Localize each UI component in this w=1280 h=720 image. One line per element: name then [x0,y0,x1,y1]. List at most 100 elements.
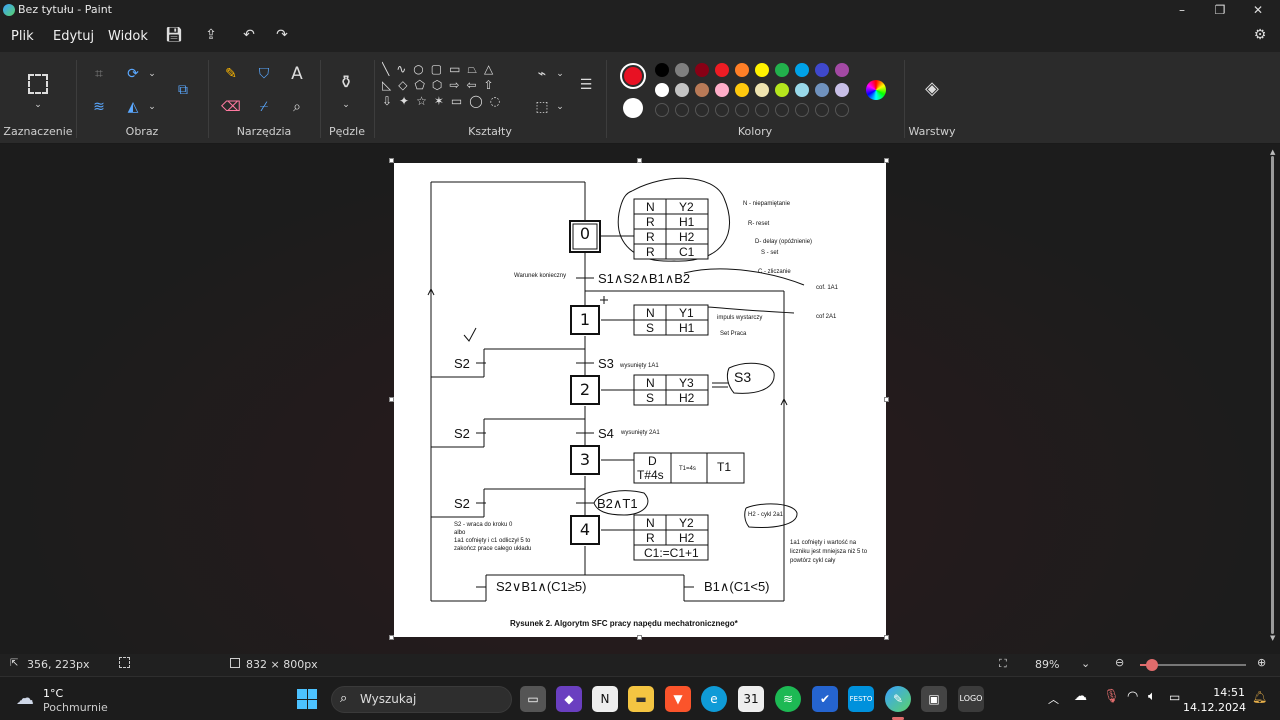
notification-bell-icon[interactable]: 🔔︎ [1252,690,1267,704]
app-icon[interactable]: ▣ [921,686,947,712]
app-icon[interactable]: ◆ [556,686,582,712]
palette-color-swatch[interactable] [755,83,769,97]
palette-color-swatch[interactable] [735,83,749,97]
custom-color-slot[interactable] [715,103,729,117]
zoom-slider[interactable] [1140,659,1246,671]
minimize-button[interactable]: – [1162,0,1202,22]
custom-color-slot[interactable] [675,103,689,117]
palette-color-swatch[interactable] [795,63,809,77]
palette-color-swatch[interactable] [835,83,849,97]
volume-icon[interactable]: 🔈︎ [1148,689,1156,704]
drawing-canvas[interactable]: 0 1 2 3 4 N Y2 R H1 R H2 R C1 N Y1 S H1 … [394,163,886,637]
scrollbar-thumb[interactable] [1271,156,1274,634]
chevron-down-icon[interactable]: ⌄ [549,96,571,118]
maximize-button[interactable]: ❐ [1200,0,1240,22]
spotify-icon[interactable]: ≋ [775,686,801,712]
image-effects-icon[interactable]: ≋ [88,96,110,118]
custom-color-slot[interactable] [835,103,849,117]
clock-time[interactable]: 14:51 [1197,686,1245,699]
palette-color-swatch[interactable] [815,63,829,77]
pencil-icon[interactable]: ✎ [220,63,242,85]
palette-color-swatch[interactable] [775,63,789,77]
fill-icon[interactable]: ⛉ [253,63,275,85]
eraser-icon[interactable]: ⌫ [220,96,242,118]
primary-color[interactable] [620,63,646,89]
resize-handle[interactable] [884,635,889,640]
zoom-out-icon[interactable]: ⊖ [1115,656,1124,669]
save-icon[interactable]: 💾︎ [163,27,185,47]
palette-color-swatch[interactable] [775,83,789,97]
palette-color-swatch[interactable] [715,63,729,77]
custom-color-slot[interactable] [775,103,789,117]
shapes-gallery[interactable]: ╲∿○▢▭⏢△ ◺◇⬠⬡⇨⇦⇧ ⇩✦☆✶▭◯◌ [382,61,514,125]
scroll-down-icon[interactable]: ▼ [1270,634,1276,642]
chevron-down-icon[interactable]: ⌄ [335,94,357,116]
scroll-up-icon[interactable]: ▲ [1270,148,1276,156]
resize-handle[interactable] [637,635,642,640]
zoom-slider-thumb[interactable] [1145,659,1158,671]
todo-icon[interactable]: ✔ [812,686,838,712]
resize-handle[interactable] [389,158,394,163]
select-tool-icon[interactable] [28,74,48,94]
palette-color-swatch[interactable] [735,63,749,77]
chevron-down-icon[interactable]: ⌄ [141,63,163,85]
palette-color-swatch[interactable] [695,63,709,77]
custom-color-slot[interactable] [735,103,749,117]
resize-handle[interactable] [884,158,889,163]
zoom-in-icon[interactable]: ⊕ [1257,656,1266,669]
microphone-icon[interactable]: 🎙︎ [1103,689,1120,704]
magnifier-icon[interactable]: ⌕ [286,96,308,118]
weather-icon[interactable]: ☁ [16,688,34,709]
palette-color-swatch[interactable] [655,83,669,97]
palette-color-swatch[interactable] [815,83,829,97]
resize-handle[interactable] [884,397,889,402]
close-button[interactable]: ✕ [1238,0,1278,22]
menu-view[interactable]: Widok [108,29,148,44]
menu-edit[interactable]: Edytuj [53,29,94,44]
palette-color-swatch[interactable] [715,83,729,97]
share-icon[interactable]: ⇪ [200,27,222,47]
start-icon[interactable] [297,689,317,709]
search-box[interactable]: ⌕ Wyszukaj [331,686,512,713]
menu-file[interactable]: Plik [11,29,34,44]
secondary-color[interactable] [623,98,643,118]
layers-icon[interactable]: ◈ [921,78,943,100]
palette-color-swatch[interactable] [675,83,689,97]
paint-taskbar-icon[interactable]: ✎ [885,686,911,712]
file-explorer-icon[interactable]: ▬ [628,686,654,712]
color-wheel-icon[interactable] [866,80,886,100]
crop-icon[interactable]: ⌗ [88,63,110,85]
custom-color-slot[interactable] [795,103,809,117]
chevron-up-icon[interactable]: ︿ [1048,691,1059,707]
resize-handle[interactable] [637,158,642,163]
resize-handle[interactable] [389,635,394,640]
custom-color-slot[interactable] [755,103,769,117]
custom-color-slot[interactable] [695,103,709,117]
custom-color-slot[interactable] [655,103,669,117]
undo-icon[interactable]: ↶ [238,27,260,47]
stroke-size-icon[interactable]: ☰ [575,74,597,96]
text-icon[interactable]: A [286,63,308,85]
palette-color-swatch[interactable] [755,63,769,77]
brush-icon[interactable]: ⚱ [335,72,357,94]
notion-icon[interactable]: N [592,686,618,712]
palette-color-swatch[interactable] [675,63,689,77]
chevron-down-icon[interactable]: ⌄ [141,96,163,118]
zoom-select[interactable]: 89% ⌄ [1027,656,1099,674]
vertical-scrollbar[interactable]: ▲ ▼ [1270,148,1276,648]
fit-to-window-icon[interactable]: ⛶ [999,657,1007,671]
clock-date[interactable]: 14.12.2024 [1183,701,1246,714]
resize-handle[interactable] [389,397,394,402]
chevron-down-icon[interactable]: ⌄ [27,94,49,116]
custom-color-slot[interactable] [815,103,829,117]
palette-color-swatch[interactable] [835,63,849,77]
logo-soft-icon[interactable]: LOGO [958,686,984,712]
onedrive-icon[interactable]: ☁ [1074,689,1087,704]
chevron-down-icon[interactable]: ⌄ [549,63,571,85]
wifi-icon[interactable]: ◠ [1127,689,1138,704]
palette-color-swatch[interactable] [795,83,809,97]
battery-icon[interactable]: ▭ [1169,690,1180,704]
brave-icon[interactable]: ▼ [665,686,691,712]
festo-icon[interactable]: FESTO [848,686,874,712]
edge-icon[interactable]: e [701,686,727,712]
